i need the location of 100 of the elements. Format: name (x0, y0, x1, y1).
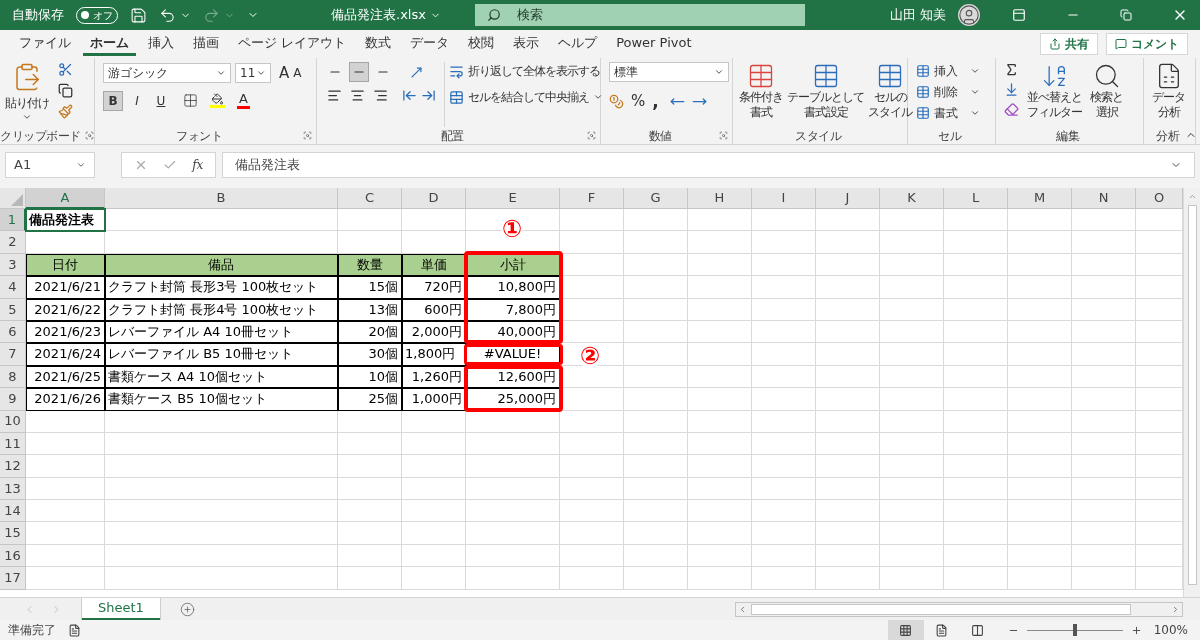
number-format-dropdown[interactable]: 標準 (609, 62, 729, 82)
scroll-right-icon[interactable] (1171, 604, 1180, 614)
ribbon-tab[interactable]: 数式 (358, 32, 399, 56)
eraser-icon[interactable] (1004, 102, 1019, 117)
ribbon-tab[interactable]: 挿入 (141, 32, 181, 56)
copy-icon[interactable] (58, 83, 73, 98)
ribbon-tab[interactable]: データ (403, 32, 457, 56)
editing-button[interactable]: 検索と 選択 (1090, 62, 1123, 127)
row-header[interactable]: 3 (0, 253, 26, 277)
row-header[interactable]: 14 (0, 500, 26, 523)
border-icon[interactable] (183, 93, 198, 108)
currency-icon[interactable] (609, 93, 624, 109)
comma-button[interactable]: , (652, 94, 659, 109)
fill-color-icon[interactable] (210, 93, 225, 108)
font-color-button[interactable]: A (237, 92, 250, 109)
ribbon-tab[interactable]: ヘルプ (551, 32, 605, 56)
table-cell (402, 567, 466, 590)
vertical-align-button[interactable] (349, 62, 369, 82)
table-cell: 数量 (338, 253, 402, 277)
table-cell: 10,800円 (466, 276, 560, 299)
wrap-text-button[interactable]: 折り返して全体を表示する (449, 62, 603, 80)
row-header[interactable]: 5 (0, 298, 26, 321)
scroll-left-icon[interactable] (738, 604, 747, 614)
cell-action-button[interactable]: 削除 (916, 83, 980, 101)
row-header[interactable]: 10 (0, 410, 26, 433)
font-size-dropdown[interactable]: 11 (235, 63, 271, 84)
ribbon-tab[interactable]: 描画 (186, 32, 226, 56)
grow-font-button[interactable]: A (279, 62, 290, 85)
horizontal-align-icon[interactable] (373, 88, 388, 103)
check-icon[interactable] (162, 158, 177, 172)
undo-icon[interactable] (159, 6, 176, 24)
row-header[interactable]: 13 (0, 477, 26, 501)
cut-icon[interactable] (58, 62, 73, 77)
ribbon-tab[interactable]: 校閲 (461, 32, 502, 56)
text-style-button[interactable]: B (103, 90, 123, 111)
ribbon-tab[interactable]: 表示 (506, 32, 547, 56)
cell-action-button[interactable]: 挿入 (916, 62, 980, 80)
ribbon-tab[interactable]: ページ レイアウト (231, 32, 354, 56)
paste-button[interactable]: 貼り付け (4, 62, 50, 127)
table-cell (1072, 343, 1136, 366)
comment-button[interactable]: コメント (1106, 33, 1188, 55)
format-painter-icon[interactable] (58, 104, 73, 119)
column-header[interactable]: A (26, 188, 105, 209)
row-header[interactable]: 4 (0, 276, 26, 299)
save-icon[interactable] (130, 6, 147, 24)
row-header[interactable]: 11 (0, 432, 26, 456)
horizontal-scrollbar[interactable] (735, 601, 1183, 617)
search-field[interactable]: 検索 (474, 4, 805, 26)
zoom-slider-thumb[interactable] (1072, 624, 1077, 636)
ribbon-tab[interactable]: ファイル (12, 32, 78, 56)
merge-center-button[interactable]: セルを結合して中央揃え (449, 88, 603, 106)
scroll-up-icon[interactable] (1187, 192, 1197, 201)
add-sheet-icon[interactable] (179, 601, 195, 617)
avatar-icon[interactable] (958, 4, 980, 26)
formula-input[interactable]: 備品発注表 (222, 152, 1195, 178)
row-header[interactable]: 16 (0, 544, 26, 568)
fill-icon[interactable] (1004, 82, 1019, 97)
cell-action-button[interactable]: 書式 (916, 104, 980, 122)
dialog-launcher-icon[interactable] (303, 131, 312, 140)
row-header[interactable]: 9 (0, 388, 26, 411)
text-style-button[interactable]: U (151, 90, 171, 111)
sheet-tab[interactable]: Sheet1 (82, 598, 160, 620)
row-header[interactable]: 7 (0, 343, 26, 366)
row-header[interactable]: 6 (0, 320, 26, 344)
horizontal-align-icon[interactable] (350, 88, 365, 103)
zoom-slider[interactable] (1026, 624, 1123, 636)
restore-icon[interactable] (1120, 9, 1132, 21)
row-header[interactable]: 17 (0, 567, 26, 590)
row-header[interactable]: 1 (0, 209, 26, 232)
scroll-thumb[interactable] (1187, 205, 1197, 585)
view-button[interactable] (887, 620, 924, 640)
row-header[interactable]: 12 (0, 455, 26, 478)
text-style-button[interactable]: I (127, 90, 147, 111)
insert-function-button[interactable]: fx (192, 156, 204, 174)
zoom-in-icon[interactable] (1130, 624, 1142, 636)
decrease-indent-icon[interactable] (402, 88, 417, 103)
sum-icon[interactable] (1004, 62, 1019, 77)
vertical-scrollbar[interactable] (1183, 188, 1200, 597)
row-header[interactable]: 8 (0, 365, 26, 389)
dialog-launcher-icon[interactable] (84, 131, 94, 140)
name-box[interactable]: A1 (5, 152, 95, 178)
row-header[interactable]: 15 (0, 522, 26, 545)
zoom-level[interactable]: 100% (1153, 621, 1188, 639)
scroll-thumb[interactable] (751, 603, 1131, 615)
percent-button[interactable]: % (631, 90, 646, 113)
share-button[interactable]: 共有 (1040, 33, 1098, 55)
style-button[interactable]: テーブルとして 書式設定 (785, 62, 866, 127)
ribbon-tab[interactable]: Power Pivot (609, 32, 699, 56)
font-name-dropdown[interactable]: 游ゴシック (103, 63, 231, 84)
style-button[interactable]: セルの スタイル (866, 62, 914, 127)
shrink-font-button[interactable]: A (293, 64, 302, 83)
dialog-launcher-icon[interactable] (719, 131, 728, 140)
analyze-data-button[interactable]: データ 分析 (1148, 62, 1189, 127)
editing-button[interactable]: 並べ替えと フィルター (1027, 62, 1082, 127)
row-header[interactable]: 2 (0, 231, 26, 254)
increase-indent-icon[interactable] (421, 88, 436, 103)
style-button[interactable]: 条件付き 書式 (737, 62, 785, 127)
dialog-launcher-icon[interactable] (587, 131, 596, 140)
ribbon-display-icon[interactable] (1012, 8, 1026, 22)
horizontal-align-icon[interactable] (327, 88, 342, 103)
